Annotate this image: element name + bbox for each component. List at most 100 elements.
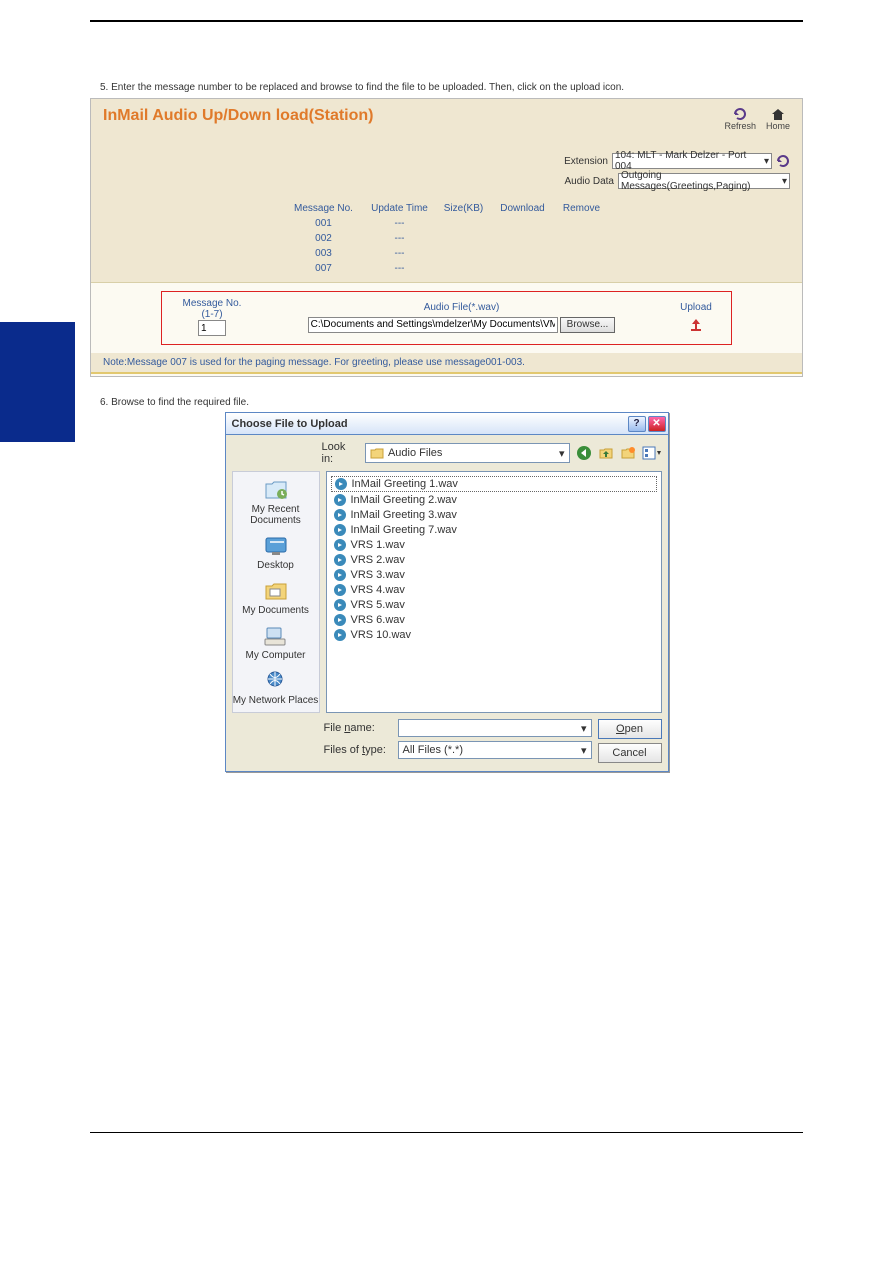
file-item[interactable]: InMail Greeting 7.wav — [331, 523, 657, 537]
msg-no-input[interactable] — [198, 320, 226, 336]
new-folder-icon[interactable] — [620, 445, 636, 461]
file-item[interactable]: VRS 1.wav — [331, 538, 657, 552]
up-folder-icon[interactable] — [598, 445, 614, 461]
panel-footer-rule — [91, 372, 802, 376]
refresh-small-icon[interactable] — [776, 154, 790, 168]
file-name: InMail Greeting 3.wav — [351, 509, 457, 521]
computer-icon — [261, 624, 289, 648]
upload-panel: Message No. (1-7) Audio File(*.wav) Brow… — [161, 291, 732, 345]
col-message-no: Message No. — [287, 203, 361, 214]
row-size — [439, 263, 489, 274]
views-icon[interactable] — [642, 445, 662, 461]
file-name: VRS 10.wav — [351, 629, 412, 641]
message-row: 001 --- — [91, 216, 802, 231]
row-download — [493, 218, 553, 229]
extension-label: Extension — [564, 156, 608, 167]
recent-docs-icon — [262, 478, 290, 502]
file-item[interactable]: VRS 10.wav — [331, 628, 657, 642]
row-size — [439, 218, 489, 229]
place-recent[interactable]: My Recent Documents — [233, 478, 319, 526]
file-name-input[interactable]: ▾ — [398, 719, 592, 737]
file-name: InMail Greeting 2.wav — [351, 494, 457, 506]
upload-label: Upload — [680, 302, 712, 313]
place-label: My Computer — [245, 650, 305, 661]
refresh-button[interactable]: Refresh — [724, 107, 756, 131]
look-in-dropdown[interactable]: Audio Files ▾ — [365, 443, 570, 463]
file-item[interactable]: VRS 2.wav — [331, 553, 657, 567]
file-path-input[interactable] — [308, 317, 558, 333]
step-6-text: 6. Browse to find the required file. — [90, 397, 803, 408]
look-in-value: Audio Files — [388, 447, 555, 459]
help-button[interactable]: ? — [628, 416, 646, 432]
browse-button[interactable]: Browse... — [560, 317, 616, 333]
row-time: --- — [365, 263, 435, 274]
audio-data-value: Outgoing Messages(Greetings,Paging) — [621, 170, 782, 192]
message-table-header: Message No. Update Time Size(KB) Downloa… — [91, 195, 802, 216]
row-size — [439, 233, 489, 244]
message-row: 007 --- — [91, 261, 802, 282]
file-name: VRS 1.wav — [351, 539, 405, 551]
home-label: Home — [766, 121, 790, 131]
file-item[interactable]: VRS 6.wav — [331, 613, 657, 627]
audio-file-icon — [333, 613, 347, 627]
file-name: VRS 2.wav — [351, 554, 405, 566]
dialog-titlebar: Choose File to Upload ? ✕ — [226, 413, 668, 435]
file-name: VRS 3.wav — [351, 569, 405, 581]
file-dialog: Choose File to Upload ? ✕ Look in: Audio… — [225, 412, 669, 772]
file-list[interactable]: InMail Greeting 1.wav InMail Greeting 2.… — [326, 471, 662, 713]
row-download — [493, 248, 553, 259]
places-bar: My Recent Documents Desktop My Documents… — [232, 471, 320, 713]
note-text: Note:Message 007 is used for the paging … — [91, 353, 802, 372]
msg-no-label: Message No. — [183, 298, 242, 309]
audio-data-dropdown[interactable]: Outgoing Messages(Greetings,Paging) ▾ — [618, 173, 790, 189]
chevron-down-icon: ▾ — [559, 447, 565, 460]
file-name: VRS 4.wav — [351, 584, 405, 596]
file-item[interactable]: InMail Greeting 1.wav — [331, 476, 657, 492]
file-name: VRS 5.wav — [351, 599, 405, 611]
home-icon — [770, 107, 786, 121]
row-remove — [557, 233, 607, 244]
message-row: 003 --- — [91, 246, 802, 261]
audio-file-icon — [333, 508, 347, 522]
extension-dropdown[interactable]: 104: MLT - Mark Delzer - Port 004 ▾ — [612, 153, 772, 169]
audio-file-icon — [334, 477, 348, 491]
cancel-button[interactable]: Cancel — [598, 743, 662, 763]
col-update-time: Update Time — [365, 203, 435, 214]
file-type-value: All Files (*.*) — [403, 744, 464, 756]
file-item[interactable]: InMail Greeting 3.wav — [331, 508, 657, 522]
file-name: VRS 6.wav — [351, 614, 405, 626]
close-button[interactable]: ✕ — [648, 416, 666, 432]
place-desktop[interactable]: Desktop — [257, 534, 294, 571]
row-time: --- — [365, 218, 435, 229]
network-icon — [261, 669, 289, 693]
place-mycomputer[interactable]: My Computer — [245, 624, 305, 661]
chevron-down-icon: ▾ — [782, 176, 787, 187]
audio-file-icon — [333, 523, 347, 537]
place-network[interactable]: My Network Places — [233, 669, 319, 706]
back-icon[interactable] — [576, 445, 592, 461]
file-item[interactable]: VRS 4.wav — [331, 583, 657, 597]
message-row: 002 --- — [91, 231, 802, 246]
folder-icon — [370, 447, 384, 459]
file-item[interactable]: VRS 3.wav — [331, 568, 657, 582]
file-type-dropdown[interactable]: All Files (*.*) ▾ — [398, 741, 592, 759]
upload-icon[interactable] — [688, 317, 704, 333]
row-download — [493, 263, 553, 274]
home-button[interactable]: Home — [766, 107, 790, 131]
file-item[interactable]: InMail Greeting 2.wav — [331, 493, 657, 507]
open-button[interactable]: Open — [598, 719, 662, 739]
file-item[interactable]: VRS 5.wav — [331, 598, 657, 612]
place-label: My Network Places — [233, 695, 319, 706]
place-mydocs[interactable]: My Documents — [242, 579, 309, 616]
chevron-down-icon: ▾ — [764, 156, 769, 167]
row-remove — [557, 218, 607, 229]
look-in-label: Look in: — [322, 441, 359, 465]
col-download: Download — [493, 203, 553, 214]
desktop-icon — [262, 534, 290, 558]
place-label: My Documents — [242, 605, 309, 616]
row-remove — [557, 248, 607, 259]
file-type-label: Files of type: — [324, 744, 392, 756]
row-msgno: 003 — [287, 248, 361, 259]
inmail-title: InMail Audio Up/Down load(Station) — [103, 107, 373, 125]
dialog-title: Choose File to Upload — [232, 418, 348, 430]
